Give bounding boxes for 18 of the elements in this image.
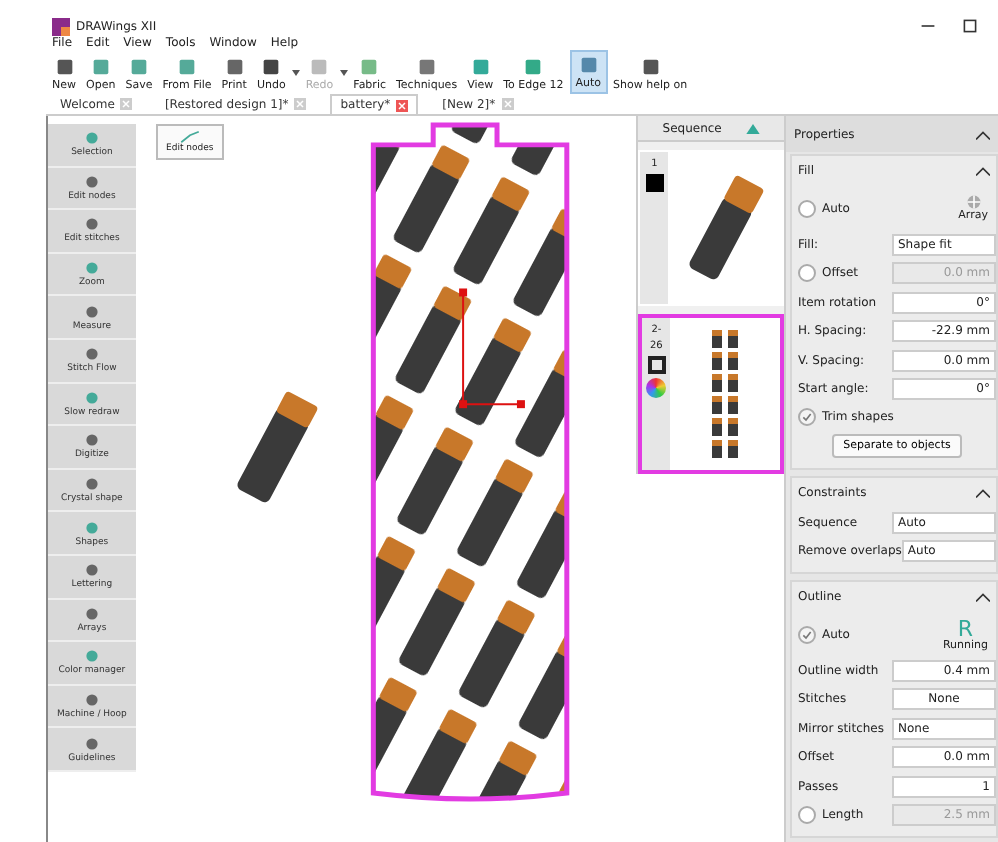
checkmark-icon — [801, 629, 812, 639]
pattern-thumbnail — [709, 328, 742, 460]
stitch-letter: R — [957, 617, 974, 639]
collapse-icon[interactable] — [975, 488, 990, 498]
app-logo-icon — [52, 17, 70, 35]
outline-swatch-icon — [647, 356, 666, 374]
node-path-drawing[interactable] — [458, 288, 525, 409]
fill-swatch-icon — [645, 174, 664, 192]
collapse-icon[interactable] — [975, 129, 990, 139]
battery-drawing — [235, 390, 319, 505]
checkmark-icon — [801, 412, 812, 422]
color-wheel-icon — [646, 378, 667, 398]
dropdown-caret-icon[interactable] — [291, 69, 300, 75]
battery-pattern-drawing[interactable] — [370, 122, 570, 802]
close-icon[interactable] — [396, 99, 409, 111]
collapse-icon[interactable] — [975, 166, 990, 176]
collapse-icon[interactable] — [975, 592, 990, 602]
maximize-icon[interactable] — [962, 18, 978, 34]
